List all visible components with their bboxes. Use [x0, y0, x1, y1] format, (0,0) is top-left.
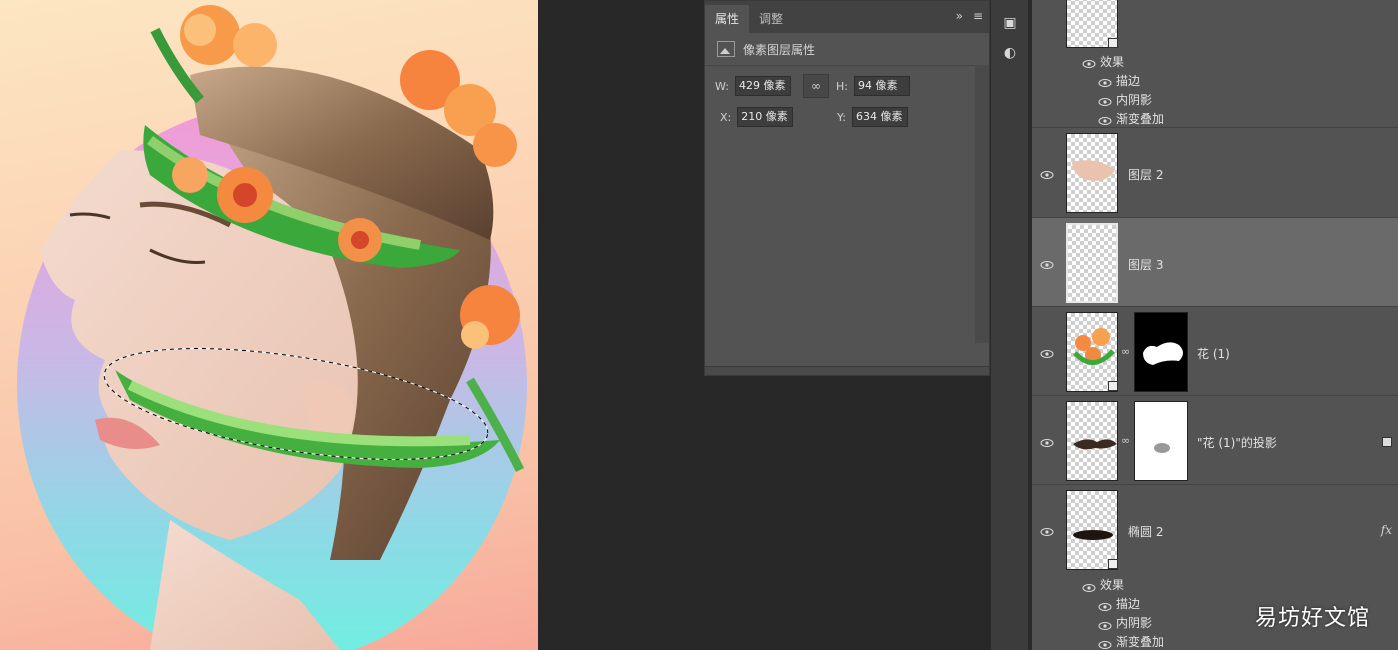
eye-icon[interactable] — [1098, 600, 1112, 614]
3d-cube-icon[interactable]: ▣ — [999, 12, 1021, 34]
layer-name[interactable]: 花 (1) — [1197, 345, 1230, 362]
collapse-panel-icon[interactable]: » — [956, 9, 963, 23]
layer-name[interactable]: 椭圆 2 — [1128, 523, 1163, 540]
layer-row[interactable]: ∞ "花 (1)"的投影 — [1032, 396, 1398, 485]
layer-name[interactable]: "花 (1)"的投影 — [1197, 434, 1277, 451]
eye-icon[interactable] — [1098, 114, 1112, 128]
eye-icon[interactable] — [1098, 76, 1112, 90]
layer-thumbnail — [1066, 312, 1118, 392]
eye-icon[interactable] — [1098, 95, 1112, 109]
mask-link-icon[interactable]: ∞ — [1121, 345, 1130, 358]
mask-link-icon[interactable]: ∞ — [1121, 434, 1130, 447]
shape-layer-badge-icon — [1108, 38, 1118, 48]
effect-stroke: 描边 — [1116, 74, 1141, 88]
eye-icon[interactable] — [1040, 261, 1054, 269]
panel-tabs: 属性 调整 » ≡ — [705, 1, 989, 33]
effects-label: 效果 — [1100, 55, 1125, 69]
clipping-indicator-icon — [1382, 437, 1392, 447]
layer-thumbnail — [1066, 223, 1118, 303]
artwork-image — [17, 5, 527, 650]
width-label: W: — [715, 79, 729, 93]
eye-icon[interactable] — [1098, 638, 1112, 650]
layer-effects-icon[interactable]: fx — [1381, 523, 1392, 537]
layer-name[interactable]: 图层 2 — [1128, 166, 1163, 183]
height-field[interactable]: 94 像素 — [853, 76, 910, 96]
effect-inner-shadow: 内阴影 — [1116, 616, 1153, 630]
x-field[interactable]: 210 像素 — [737, 107, 794, 127]
layer-thumbnail — [1066, 490, 1118, 570]
properties-header: 像素图层属性 — [705, 33, 989, 66]
effect-stroke: 描边 — [1116, 597, 1141, 611]
pixel-layer-icon — [717, 41, 735, 57]
link-dimensions-button[interactable]: ∞ — [803, 74, 829, 98]
adjustments-icon[interactable]: ◐ — [999, 42, 1021, 64]
effect-gradient-overlay: 渐变叠加 — [1116, 112, 1165, 126]
layer-thumbnail — [1066, 133, 1118, 213]
layer-name[interactable]: 图层 3 — [1128, 256, 1163, 273]
document-canvas[interactable] — [0, 0, 538, 650]
layer-mask-thumbnail[interactable] — [1134, 312, 1188, 392]
tab-adjustments[interactable]: 调整 — [749, 5, 793, 33]
layer-row-selected[interactable]: 图层 3 — [1032, 218, 1398, 307]
y-field[interactable]: 634 像素 — [851, 107, 908, 127]
eye-icon[interactable] — [1040, 528, 1054, 536]
shape-layer-badge-icon — [1108, 559, 1118, 569]
y-label: Y: — [837, 110, 846, 124]
smart-object-badge-icon — [1108, 381, 1118, 391]
layer-row[interactable]: 图层 2 — [1032, 128, 1398, 218]
effect-inner-shadow: 内阴影 — [1116, 93, 1153, 107]
panel-dock-strip: ▣ ◐ — [990, 0, 1029, 650]
layers-panel: 效果 描边 内阴影 渐变叠加 图层 2 图层 3 ∞ 花 (1) ∞ "花 (1… — [1032, 0, 1398, 650]
eye-icon[interactable] — [1082, 581, 1096, 595]
height-label: H: — [836, 79, 848, 93]
panel-resize-handle[interactable] — [705, 366, 989, 375]
properties-scrollbar[interactable] — [975, 65, 989, 343]
link-icon: ∞ — [811, 79, 821, 93]
width-field[interactable]: 429 像素 — [734, 76, 791, 96]
eye-icon[interactable] — [1040, 350, 1054, 358]
eye-icon[interactable] — [1082, 57, 1096, 71]
tab-properties[interactable]: 属性 — [705, 5, 750, 33]
properties-title: 像素图层属性 — [743, 42, 816, 57]
panel-menu-icon[interactable]: ≡ — [973, 9, 983, 23]
layer-row[interactable]: 效果 描边 内阴影 渐变叠加 — [1032, 0, 1398, 128]
layer-row[interactable]: ∞ 花 (1) — [1032, 307, 1398, 396]
effects-label: 效果 — [1100, 578, 1125, 592]
x-label: X: — [720, 110, 732, 124]
layer-mask-thumbnail[interactable] — [1134, 401, 1188, 481]
properties-panel: 属性 调整 » ≡ 像素图层属性 W: 429 像素 ∞ H: 94 像素 X:… — [704, 0, 990, 376]
watermark-text: 易坊好文馆 — [1254, 606, 1370, 631]
eye-icon[interactable] — [1040, 439, 1054, 447]
eye-icon[interactable] — [1040, 171, 1054, 179]
eye-icon[interactable] — [1098, 619, 1112, 633]
effect-gradient-overlay: 渐变叠加 — [1116, 635, 1165, 649]
layer-thumbnail — [1066, 401, 1118, 481]
